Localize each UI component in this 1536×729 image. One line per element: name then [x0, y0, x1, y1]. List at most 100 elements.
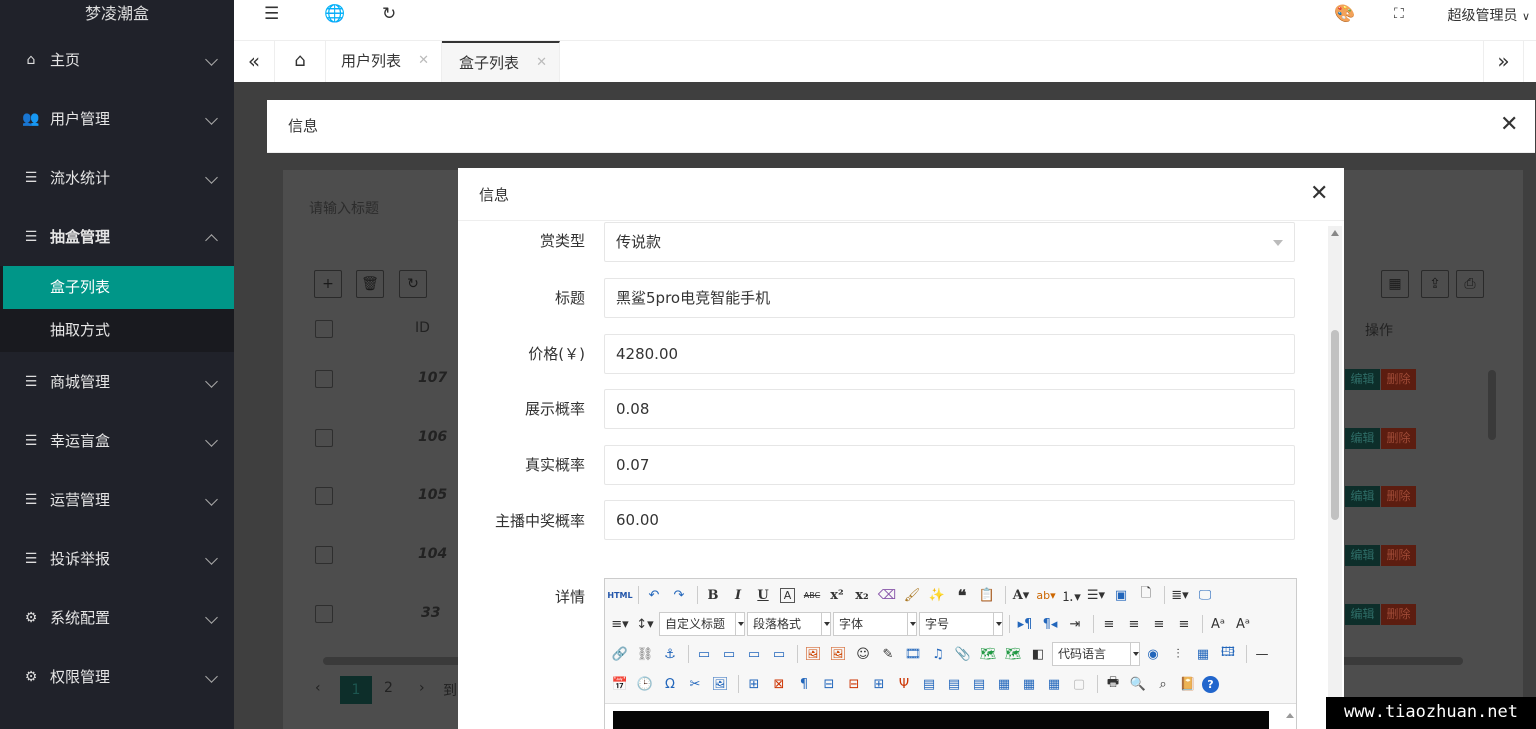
- simple-upload-icon[interactable]: 🖼: [802, 643, 824, 665]
- row-spacing-icon[interactable]: ≣▾: [1169, 584, 1191, 606]
- chart-icon[interactable]: ▢: [1068, 673, 1090, 695]
- anchor-prob-input[interactable]: 60.00: [604, 500, 1295, 540]
- split-rows-icon[interactable]: ▦: [1018, 673, 1040, 695]
- underline-icon[interactable]: U: [752, 584, 774, 606]
- uppercase-icon[interactable]: Aᵃ: [1207, 613, 1229, 635]
- delete-row-icon[interactable]: ⊟: [843, 673, 865, 695]
- nav-box-management[interactable]: ☰ 抽盒管理: [0, 207, 234, 266]
- time-icon[interactable]: 🕒: [634, 673, 656, 695]
- editor-content-area[interactable]: [613, 711, 1269, 729]
- subnav-box-list[interactable]: 盒子列表: [3, 266, 234, 309]
- highlight-icon[interactable]: ab▾: [1035, 584, 1057, 606]
- paste-text-icon[interactable]: 📋: [976, 584, 998, 606]
- html-source-icon[interactable]: HTML: [607, 584, 632, 606]
- italic-icon[interactable]: I: [727, 584, 749, 606]
- search-icon[interactable]: 🔍: [1127, 673, 1149, 695]
- merge-right-icon[interactable]: ▤: [943, 673, 965, 695]
- font-border-icon[interactable]: A: [780, 587, 795, 603]
- link-icon[interactable]: 🔗: [609, 643, 631, 665]
- nav-home[interactable]: ⌂ 主页: [0, 30, 234, 89]
- emotion-icon[interactable]: ☺: [852, 643, 874, 665]
- insert-image-icon[interactable]: 🖼: [827, 643, 849, 665]
- menu-toggle-icon[interactable]: ☰: [264, 4, 279, 24]
- image-left-icon[interactable]: ▭: [718, 643, 740, 665]
- strikethrough-icon[interactable]: ABC: [801, 584, 823, 606]
- editor-scrollbar[interactable]: [1283, 707, 1295, 729]
- insert-paragraph-icon[interactable]: ¶: [793, 673, 815, 695]
- display-prob-input[interactable]: 0.08: [604, 389, 1295, 429]
- page-break-icon[interactable]: ⫶: [1167, 643, 1189, 665]
- scroll-up-icon[interactable]: [1286, 713, 1294, 718]
- code-language-select[interactable]: 代码语言: [1052, 642, 1140, 666]
- map-icon[interactable]: 🗺: [977, 643, 999, 665]
- para-spacing-icon[interactable]: ≡▾: [609, 613, 631, 635]
- auto-format-icon[interactable]: ✨: [926, 584, 948, 606]
- close-icon[interactable]: ✕: [1310, 183, 1328, 205]
- insert-frame-icon[interactable]: ◧: [1027, 643, 1049, 665]
- scroll-up-icon[interactable]: [1331, 230, 1339, 236]
- template-icon[interactable]: ▦: [1192, 643, 1214, 665]
- align-justify-icon[interactable]: ≡: [1173, 613, 1195, 635]
- insert-row-icon[interactable]: ⊟: [818, 673, 840, 695]
- nav-user-management[interactable]: 👥 用户管理: [0, 89, 234, 148]
- eraser-icon[interactable]: ⌫: [876, 584, 898, 606]
- undo-icon[interactable]: ↶: [643, 584, 665, 606]
- indent-icon[interactable]: ⇥: [1064, 613, 1086, 635]
- rtl-icon[interactable]: ¶◂: [1039, 613, 1061, 635]
- font-color-icon[interactable]: A▾: [1010, 584, 1032, 606]
- nav-flow-stats[interactable]: ☰ 流水统计: [0, 148, 234, 207]
- price-input[interactable]: 4280.00: [604, 334, 1295, 374]
- redo-icon[interactable]: ↷: [668, 584, 690, 606]
- scrollbar-thumb[interactable]: [1331, 330, 1339, 520]
- preview-icon[interactable]: 🖵: [1194, 584, 1216, 606]
- merge-cells-icon[interactable]: ▤: [918, 673, 940, 695]
- prize-type-select[interactable]: 传说款: [604, 222, 1295, 262]
- insert-col-icon[interactable]: ⊞: [868, 673, 890, 695]
- insert-video-icon[interactable]: 🎞: [902, 643, 924, 665]
- nav-complaints[interactable]: ☰ 投诉举报: [0, 529, 234, 588]
- fullscreen-icon[interactable]: ⛶: [1394, 6, 1404, 22]
- subnav-draw-method[interactable]: 抽取方式: [0, 309, 234, 352]
- drafts-icon[interactable]: 📔: [1177, 673, 1199, 695]
- scrawl-icon[interactable]: ✎: [877, 643, 899, 665]
- admin-menu[interactable]: 超级管理员 ∨: [1447, 5, 1530, 25]
- real-prob-input[interactable]: 0.07: [604, 445, 1295, 485]
- dialog-scrollbar[interactable]: [1328, 226, 1342, 729]
- help-icon[interactable]: ?: [1202, 675, 1219, 693]
- lowercase-icon[interactable]: Aᵃ: [1232, 613, 1254, 635]
- delete-table-icon[interactable]: ⊠: [768, 673, 790, 695]
- web-app-icon[interactable]: ◉: [1142, 643, 1164, 665]
- ordered-list-icon[interactable]: ⒈▾: [1060, 584, 1082, 606]
- tab-home-icon[interactable]: ⌂: [275, 41, 326, 82]
- nav-permissions[interactable]: ⚙ 权限管理: [0, 647, 234, 706]
- superscript-icon[interactable]: x²: [826, 584, 848, 606]
- align-right-icon[interactable]: ≡: [1148, 613, 1170, 635]
- image-center-icon[interactable]: ▭: [768, 643, 790, 665]
- nav-lucky-box[interactable]: ☰ 幸运盲盒: [0, 411, 234, 470]
- globe-icon[interactable]: 🌐: [324, 4, 345, 24]
- search-replace-icon[interactable]: ⌕: [1152, 673, 1174, 695]
- tab-box-list[interactable]: 盒子列表 ✕: [442, 41, 560, 82]
- close-icon[interactable]: ✕: [536, 43, 547, 83]
- insert-table-icon[interactable]: ⊞: [743, 673, 765, 695]
- align-center-icon[interactable]: ≡: [1123, 613, 1145, 635]
- delete-col-icon[interactable]: Ψ: [893, 673, 915, 695]
- tab-user-list[interactable]: 用户列表 ✕: [326, 41, 442, 82]
- image-none-icon[interactable]: ▭: [693, 643, 715, 665]
- music-icon[interactable]: ♫: [927, 643, 949, 665]
- merge-down-icon[interactable]: ▤: [968, 673, 990, 695]
- select-all-icon[interactable]: ▣: [1110, 584, 1132, 606]
- nav-system-config[interactable]: ⚙ 系统配置: [0, 588, 234, 647]
- nav-operations[interactable]: ☰ 运营管理: [0, 470, 234, 529]
- paragraph-format-select[interactable]: 段落格式: [747, 612, 831, 636]
- special-chars-icon[interactable]: Ω: [659, 673, 681, 695]
- font-family-select[interactable]: 字体: [833, 612, 917, 636]
- font-size-select[interactable]: 字号: [919, 612, 1003, 636]
- tab-scroll-left-icon[interactable]: «: [234, 41, 275, 82]
- align-left-icon[interactable]: ≡: [1098, 613, 1120, 635]
- bold-icon[interactable]: B: [702, 584, 724, 606]
- blockquote-icon[interactable]: ❝: [951, 584, 973, 606]
- subscript-icon[interactable]: x₂: [851, 584, 873, 606]
- format-brush-icon[interactable]: 🖌: [901, 584, 923, 606]
- unlink-icon[interactable]: ⛓: [634, 643, 656, 665]
